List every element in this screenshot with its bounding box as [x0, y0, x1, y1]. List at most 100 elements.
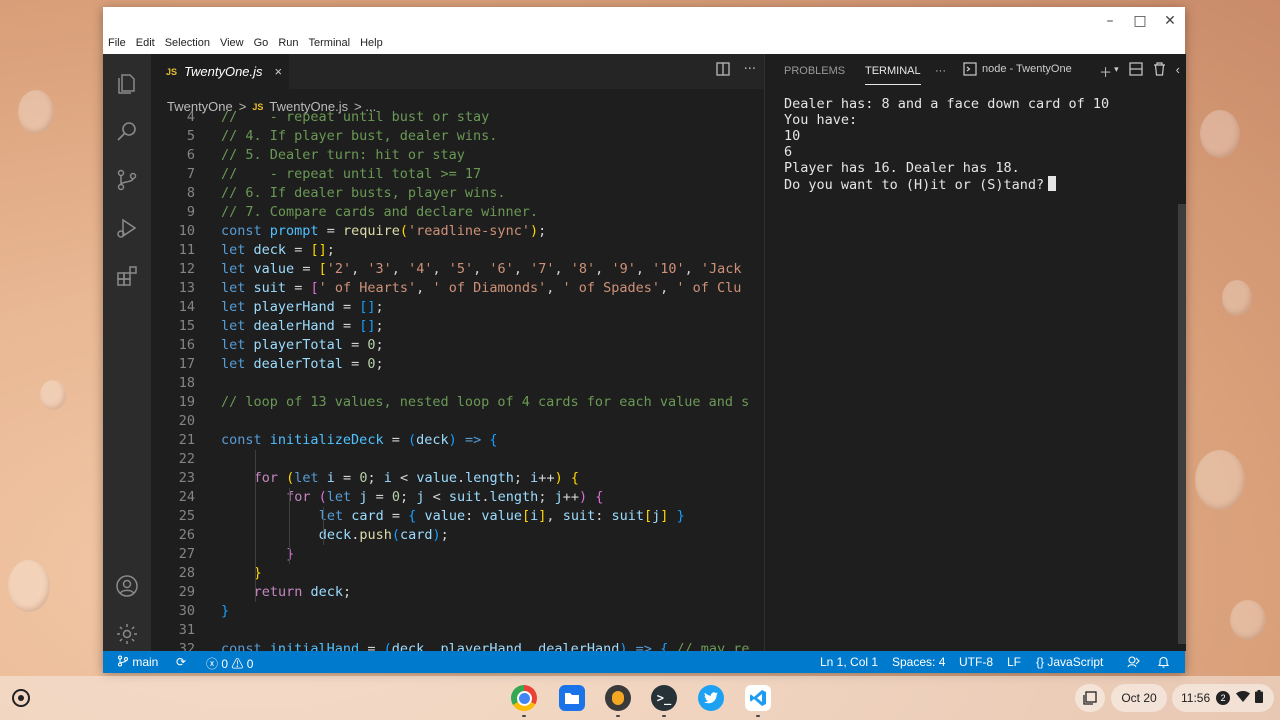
code-line[interactable]: 4 // - repeat until bust or stay	[151, 110, 764, 127]
launcher-icon[interactable]	[12, 689, 30, 707]
code-line[interactable]: 27 }	[151, 545, 764, 564]
code-line[interactable]: 25 let card = { value: value[i], suit: s…	[151, 507, 764, 526]
code-line[interactable]: 10 const prompt = require('readline-sync'…	[151, 222, 764, 241]
line-number: 16	[178, 337, 195, 353]
code-line[interactable]: 24 for (let j = 0; j < suit.length; j++)…	[151, 488, 764, 507]
code-line[interactable]: 26 deck.push(card);	[151, 526, 764, 545]
minimize-button[interactable]: –	[1095, 7, 1125, 35]
terminal-selector[interactable]: node - TwentyOne	[963, 62, 1072, 76]
twitter-app-icon[interactable]	[698, 685, 724, 711]
bell-icon[interactable]	[1157, 655, 1170, 671]
problems-indicator[interactable]: ⓧ 0 ⚠ 0	[206, 655, 253, 672]
code-line[interactable]: 29 return deck;	[151, 583, 764, 602]
tab-terminal[interactable]: TERMINAL	[865, 65, 921, 85]
new-terminal-icon[interactable]: ＋	[1099, 62, 1112, 81]
line-number: 11	[178, 242, 195, 258]
tab-problems[interactable]: PROBLEMS	[784, 65, 845, 77]
vscode-app-icon[interactable]	[745, 685, 771, 711]
code-text: // - repeat until bust or stay	[221, 110, 490, 125]
code-line[interactable]: 17 let dealerTotal = 0;	[151, 355, 764, 374]
code-line[interactable]: 11 let deck = [];	[151, 241, 764, 260]
terminal-scrollbar[interactable]	[1178, 204, 1186, 644]
code-line[interactable]: 15 let dealerHand = [];	[151, 317, 764, 336]
trash-icon[interactable]	[1153, 62, 1166, 81]
code-line[interactable]: 14 let playerHand = [];	[151, 298, 764, 317]
line-number: 26	[178, 527, 195, 543]
indentation[interactable]: Spaces: 4	[892, 655, 945, 669]
line-number: 30	[178, 603, 195, 619]
source-control-icon[interactable]	[115, 168, 139, 192]
tab-twentyone-js[interactable]: JS TwentyOne.js ×	[151, 54, 289, 89]
chevron-left-icon[interactable]: ‹	[1176, 62, 1180, 81]
code-line[interactable]: 20	[151, 412, 764, 431]
status-tray[interactable]: 11:56 2	[1172, 684, 1274, 712]
language-mode[interactable]: {} JavaScript	[1036, 655, 1103, 669]
line-number: 20	[178, 413, 195, 429]
terminal-app-icon[interactable]: >_	[651, 685, 677, 711]
branch-indicator[interactable]: main	[117, 655, 158, 669]
code-editor[interactable]: 4 // - repeat until bust or stay 5 // 4. If…	[151, 110, 764, 651]
code-text: }	[221, 603, 230, 619]
code-line[interactable]: 32 const initialHand = (deck, playerHand,…	[151, 640, 764, 651]
code-line[interactable]: 18	[151, 374, 764, 393]
code-line[interactable]: 13 let suit = [' of Hearts', ' of Diamond…	[151, 279, 764, 298]
menu-file[interactable]: File	[103, 35, 131, 51]
feedback-icon[interactable]	[1127, 655, 1140, 671]
terminal-output[interactable]: Dealer has: 8 and a face down card of 10…	[784, 96, 1110, 193]
cursor-position[interactable]: Ln 1, Col 1	[820, 655, 878, 669]
run-debug-icon[interactable]	[115, 216, 139, 240]
more-actions-icon[interactable]: ···	[744, 62, 756, 80]
code-line[interactable]: 23 for (let i = 0; i < value.length; i++…	[151, 469, 764, 488]
code-line[interactable]: 9 // 7. Compare cards and declare winner.	[151, 203, 764, 222]
split-terminal-icon[interactable]	[1129, 62, 1143, 81]
wifi-icon	[1236, 690, 1251, 705]
code-line[interactable]: 7 // - repeat until total >= 17	[151, 165, 764, 184]
files-app-icon[interactable]	[559, 685, 585, 711]
menu-bar: File Edit Selection View Go Run Terminal…	[103, 35, 388, 51]
code-line[interactable]: 16 let playerTotal = 0;	[151, 336, 764, 355]
code-line[interactable]: 8 // 6. If dealer busts, player wins.	[151, 184, 764, 203]
terminal-line: Dealer has: 8 and a face down card of 10	[784, 96, 1110, 112]
code-line[interactable]: 5 // 4. If player bust, dealer wins.	[151, 127, 764, 146]
terminal-icon	[963, 62, 977, 76]
js-file-icon: JS	[166, 66, 178, 77]
linux-penguin-app-icon[interactable]	[605, 685, 631, 711]
menu-edit[interactable]: Edit	[131, 35, 160, 51]
search-icon[interactable]	[115, 120, 139, 144]
menu-help[interactable]: Help	[355, 35, 388, 51]
menu-selection[interactable]: Selection	[160, 35, 215, 51]
line-number: 13	[178, 280, 195, 296]
chrome-app-icon[interactable]	[511, 685, 537, 711]
code-text: // 7. Compare cards and declare winner.	[221, 204, 538, 220]
menu-go[interactable]: Go	[249, 35, 274, 51]
settings-gear-icon[interactable]	[115, 622, 139, 646]
extensions-icon[interactable]	[115, 264, 139, 288]
code-line[interactable]: 6 // 5. Dealer turn: hit or stay	[151, 146, 764, 165]
code-line[interactable]: 21 const initializeDeck = (deck) => {	[151, 431, 764, 450]
split-editor-icon[interactable]	[715, 62, 730, 80]
panel-more-icon[interactable]: ···	[935, 65, 946, 77]
date-pill[interactable]: Oct 20	[1111, 684, 1167, 712]
encoding[interactable]: UTF-8	[959, 655, 993, 669]
menu-view[interactable]: View	[215, 35, 249, 51]
sync-icon[interactable]: ⟳	[176, 655, 186, 669]
chevron-down-icon[interactable]: ▾	[1114, 62, 1119, 81]
end-of-line[interactable]: LF	[1007, 655, 1021, 669]
code-text: return deck;	[253, 584, 352, 600]
close-tab-icon[interactable]: ×	[275, 64, 283, 79]
code-line[interactable]: 12 let value = ['2', '3', '4', '5', '6', …	[151, 260, 764, 279]
terminal-name: node - TwentyOne	[982, 63, 1072, 75]
code-line[interactable]: 22	[151, 450, 764, 469]
account-icon[interactable]	[115, 574, 139, 598]
menu-terminal[interactable]: Terminal	[304, 35, 356, 51]
close-window-button[interactable]: ✕	[1155, 7, 1185, 35]
maximize-button[interactable]: □	[1125, 7, 1155, 35]
explorer-icon[interactable]	[115, 72, 139, 96]
tote-icon[interactable]	[1075, 684, 1105, 712]
menu-run[interactable]: Run	[273, 35, 303, 51]
code-line[interactable]: 31	[151, 621, 764, 640]
code-line[interactable]: 19 // loop of 13 values, nested loop of 4…	[151, 393, 764, 412]
code-line[interactable]: 30}	[151, 602, 764, 621]
line-number: 21	[178, 432, 195, 448]
code-line[interactable]: 28 }	[151, 564, 764, 583]
